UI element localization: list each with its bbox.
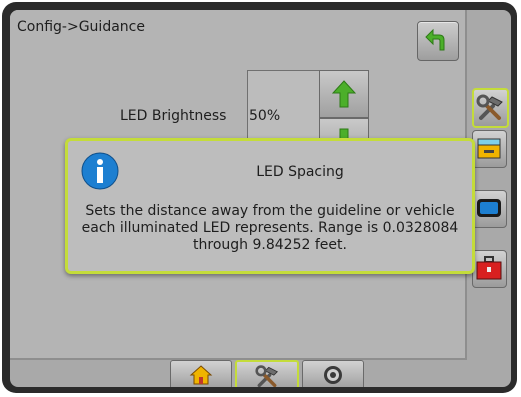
- device-frame: Config->Guidance LED Brightness 50% LED …: [2, 2, 517, 393]
- side-display-button[interactable]: [472, 190, 507, 228]
- console-icon: [477, 138, 501, 159]
- increase-button[interactable]: [319, 70, 369, 118]
- home-icon: [189, 365, 213, 385]
- screen: Config->Guidance LED Brightness 50% LED …: [10, 10, 511, 387]
- home-button[interactable]: [170, 360, 232, 387]
- camera-icon: [324, 366, 342, 384]
- led-brightness-value: 50%: [249, 108, 281, 124]
- toolbox-icon: [476, 256, 502, 280]
- popup-title: LED Spacing: [256, 164, 344, 180]
- breadcrumb-title: Config->Guidance: [17, 19, 145, 35]
- tools-icon: [476, 94, 503, 120]
- info-popup[interactable]: LED Spacing Sets the distance away from …: [65, 138, 475, 274]
- back-button[interactable]: [417, 21, 459, 61]
- tools-button[interactable]: [235, 360, 299, 387]
- side-tools-button[interactable]: [472, 88, 509, 128]
- led-brightness-label: LED Brightness: [120, 108, 227, 124]
- back-arrow-icon: [425, 28, 445, 51]
- camera-button[interactable]: [302, 360, 364, 387]
- display-icon: [477, 199, 501, 217]
- side-console-button[interactable]: [472, 130, 507, 168]
- popup-description: Sets the distance away from the guidelin…: [81, 203, 459, 253]
- green-up-arrow-icon: [332, 80, 356, 108]
- side-toolbox-button[interactable]: [472, 250, 507, 288]
- tools-icon: [255, 365, 279, 387]
